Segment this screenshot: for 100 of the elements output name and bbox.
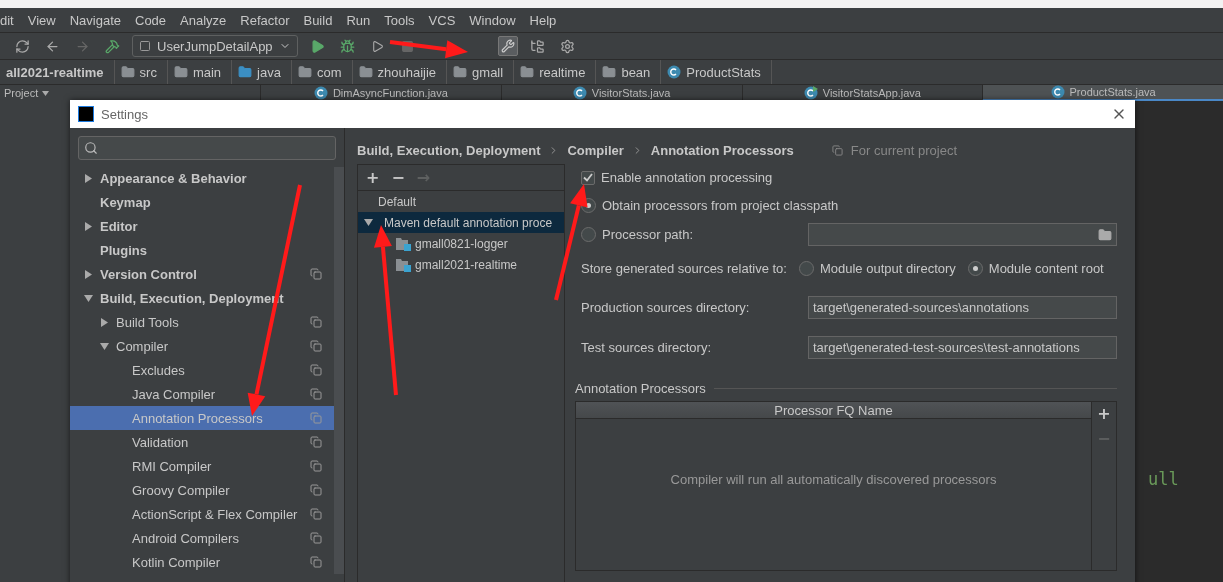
- expanded-arrow-icon[interactable]: [364, 218, 373, 227]
- breadcrumb-item[interactable]: java: [232, 60, 292, 84]
- column-header[interactable]: Processor FQ Name: [576, 402, 1091, 419]
- package-icon: [297, 65, 312, 79]
- breadcrumb-item[interactable]: main: [167, 60, 233, 84]
- menu-item[interactable]: View: [27, 12, 56, 28]
- settings-tree-item[interactable]: Appearance & Behavior: [70, 166, 334, 190]
- module-item[interactable]: gmall2021-realtime: [358, 254, 564, 275]
- collapsed-arrow-icon[interactable]: [100, 317, 109, 327]
- folder-icon: [1098, 227, 1112, 242]
- menu-item[interactable]: Code: [135, 12, 167, 28]
- package-icon: [520, 65, 535, 79]
- radio-button[interactable]: [581, 227, 596, 242]
- checkbox-label: Enable annotation processing: [601, 170, 773, 185]
- settings-tree-item[interactable]: Build Tools: [70, 310, 334, 334]
- module-icon: [396, 257, 411, 272]
- module-item[interactable]: gmall0821-logger: [358, 233, 564, 254]
- expanded-arrow-icon[interactable]: [84, 293, 93, 303]
- breadcrumb-item[interactable]: gmall: [447, 60, 515, 84]
- directory-field[interactable]: target\generated-sources\annotations: [808, 295, 1117, 319]
- settings-tree-item[interactable]: Keymap: [70, 190, 334, 214]
- editor-tab[interactable]: ProductStats.java: [982, 85, 1223, 101]
- field-label: Store generated sources relative to:: [581, 260, 787, 276]
- package-icon: [358, 65, 373, 79]
- menu-item[interactable]: Build: [303, 12, 333, 28]
- profile-action-button[interactable]: −: [389, 168, 407, 187]
- processor-path-field[interactable]: [808, 223, 1117, 246]
- folder-icon: [120, 65, 135, 79]
- search-icon: [84, 141, 98, 155]
- scope-note: For current project: [850, 142, 958, 158]
- package-icon: [602, 65, 617, 79]
- menu-item[interactable]: Tools: [384, 12, 415, 28]
- settings-tree-item[interactable]: Java Compiler: [70, 382, 334, 406]
- field-label: Test sources directory:: [581, 339, 713, 355]
- radio-label: Module output directory: [819, 260, 956, 276]
- breadcrumb-item[interactable]: zhouhaijie: [352, 60, 448, 84]
- profile-item[interactable]: Maven default annotation proce: [358, 212, 564, 233]
- settings-tree-item[interactable]: Groovy Compiler: [70, 478, 334, 502]
- breadcrumb-item[interactable]: ProductStats: [661, 60, 772, 84]
- profile-item[interactable]: Default: [358, 191, 564, 212]
- collapsed-arrow-icon[interactable]: [84, 269, 93, 279]
- expanded-arrow-icon[interactable]: [100, 341, 109, 351]
- package-icon: [453, 65, 468, 79]
- window-icon: [139, 40, 151, 52]
- code-text: ull: [1148, 469, 1179, 489]
- menu-item[interactable]: Refactor: [240, 12, 290, 28]
- folder-icon: [173, 65, 188, 79]
- breadcrumb-item[interactable]: Build, Execution, Deployment: [357, 142, 541, 158]
- breadcrumb-item[interactable]: realtime: [514, 60, 597, 84]
- radio-button[interactable]: [967, 260, 983, 276]
- radio-label: Obtain processors from project classpath: [602, 198, 839, 213]
- menu-item[interactable]: Window: [469, 12, 516, 28]
- scrollbar[interactable]: [334, 167, 344, 574]
- settings-tree-item[interactable]: Validation: [70, 430, 334, 454]
- menu-item[interactable]: Help: [529, 12, 557, 28]
- breadcrumb-item[interactable]: bean: [596, 60, 662, 84]
- class-icon: [1050, 85, 1065, 99]
- class-icon: [667, 65, 682, 79]
- settings-tree-item[interactable]: RMI Compiler: [70, 454, 334, 478]
- module-icon: [396, 236, 411, 251]
- profile-action-button[interactable]: +: [364, 168, 382, 187]
- folder-icon: [238, 65, 253, 79]
- menu-item[interactable]: Run: [346, 12, 371, 28]
- settings-tree-item[interactable]: Compiler: [70, 334, 334, 358]
- empty-table-message: Compiler will run all automatically discovered processors: [670, 472, 997, 487]
- settings-tree-item[interactable]: ActionScript & Flex Compiler: [70, 502, 334, 526]
- radio-button[interactable]: [798, 260, 814, 276]
- settings-tree-item[interactable]: Excludes: [70, 358, 334, 382]
- run-configuration-dropdown[interactable]: UserJumpDetailApp: [132, 35, 298, 57]
- settings-tree-item[interactable]: Kotlin Compiler: [70, 550, 334, 574]
- processor-action-button[interactable]: +: [1095, 404, 1113, 423]
- settings-tree-item[interactable]: Plugins: [70, 238, 334, 262]
- settings-tree-item[interactable]: Android Compilers: [70, 526, 334, 550]
- menu-item[interactable]: Navigate: [69, 12, 121, 28]
- directory-field[interactable]: target\generated-test-sources\test-annotations: [808, 335, 1117, 359]
- settings-tree-item[interactable]: Editor: [70, 214, 334, 238]
- menu-item[interactable]: dit: [0, 12, 14, 28]
- settings-icon[interactable]: [497, 36, 518, 56]
- breadcrumb-item[interactable]: all2021-realtime: [0, 60, 115, 84]
- menu-item[interactable]: Analyze: [180, 12, 227, 28]
- breadcrumb-item[interactable]: src: [114, 60, 168, 84]
- breadcrumb-item[interactable]: com: [291, 60, 353, 84]
- project-scope-icon: [831, 144, 843, 156]
- checkmark-icon: [583, 173, 593, 182]
- section-title: Annotation Processors: [575, 380, 706, 396]
- radio-label: Processor path:: [602, 227, 694, 242]
- dialog-title: Settings: [101, 106, 149, 122]
- settings-tree-item[interactable]: Version Control: [70, 262, 334, 286]
- collapsed-arrow-icon[interactable]: [84, 173, 93, 183]
- breadcrumb-item[interactable]: Compiler: [567, 142, 624, 158]
- collapsed-arrow-icon[interactable]: [84, 221, 93, 231]
- dropdown-caret-icon: [42, 90, 50, 96]
- field-label: Production sources directory:: [581, 299, 751, 315]
- radio-label: Module content root: [988, 260, 1104, 276]
- app-logo-icon: [78, 106, 94, 122]
- menu-item[interactable]: VCS: [428, 12, 456, 28]
- project-tab[interactable]: Project: [0, 85, 260, 101]
- checkbox[interactable]: [581, 170, 595, 185]
- search-field[interactable]: [78, 136, 336, 160]
- breadcrumb-item[interactable]: Annotation Processors: [650, 142, 794, 158]
